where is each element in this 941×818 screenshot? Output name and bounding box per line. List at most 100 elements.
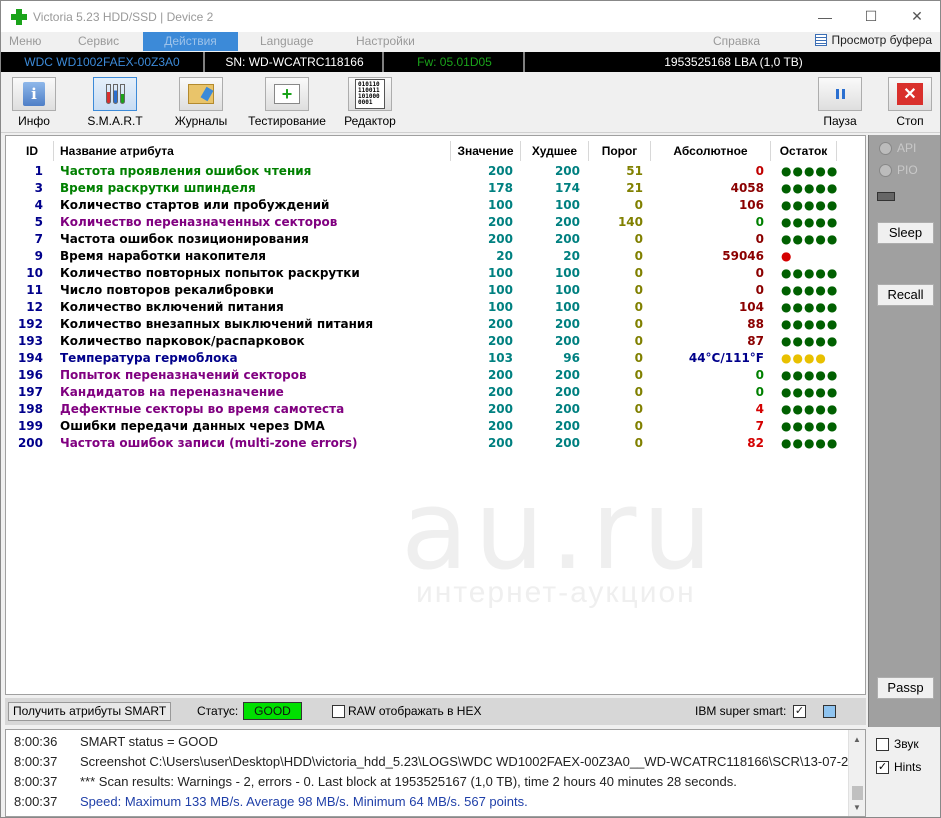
col-remaining[interactable]: Остаток [771,141,837,161]
port-indicator [877,192,895,201]
table-row[interactable]: 196 Попыток переназначений секторов 200 200… [6,367,865,384]
cell-threshold: 0 [634,232,643,246]
cell-worst: 100 [554,300,580,314]
col-value[interactable]: Значение [451,141,521,161]
cell-value: 200 [487,419,513,433]
table-row[interactable]: 11 Число повторов рекалибровки 100 100 0 0 ●●●… [6,282,865,299]
title-bar: Victoria 5.23 HDD/SSD | Device 2 — ☐ ✕ [1,1,940,32]
minimize-button[interactable]: — [802,1,848,32]
table-row[interactable]: 9 Время наработки накопителя 20 20 0 59046 ● [6,248,865,265]
cell-threshold: 140 [617,215,643,229]
table-row[interactable]: 193 Количество парковок/распарковок 200 200… [6,333,865,350]
menu-service[interactable]: Сервис [78,32,119,51]
passp-button[interactable]: Passp [877,677,934,699]
status-badge: GOOD [243,702,302,720]
recall-button[interactable]: Recall [877,284,934,306]
cell-remaining: ●●●●● [781,283,839,297]
pause-icon [818,77,862,111]
pio-radio[interactable]: PIO [879,163,918,177]
table-row[interactable]: 200 Частота ошибок записи (multi-zone err… [6,435,865,452]
col-id[interactable]: ID [6,141,54,161]
smart-button[interactable]: S.M.A.R.T [87,77,143,131]
menu-settings[interactable]: Настройки [356,32,415,51]
cell-name: Попыток переназначений секторов [60,368,307,382]
cell-remaining: ●●●●● [781,198,839,212]
cell-threshold: 0 [634,402,643,416]
table-row[interactable]: 10 Количество повторных попыток раскрутки… [6,265,865,282]
table-row[interactable]: 3 Время раскрутки шпинделя 178 174 21 4058 ●●●… [6,180,865,197]
table-row[interactable]: 4 Количество стартов или пробуждений 100 10… [6,197,865,214]
status-bar: Получить атрибуты SMART Статус: GOOD RAW… [5,698,866,725]
col-absolute[interactable]: Абсолютное [651,141,771,161]
close-button[interactable]: ✕ [894,1,940,32]
table-row[interactable]: 12 Количество включений питания 100 100 0 104… [6,299,865,316]
cell-remaining: ●●●●● [781,419,839,433]
table-row[interactable]: 199 Ошибки передачи данных через DMA 200 20… [6,418,865,435]
cell-id: 4 [34,198,43,212]
hints-checkbox[interactable]: ✓ [876,760,889,774]
info-icon: i [12,77,56,111]
cell-name: Частота ошибок записи (multi-zone errors… [60,436,358,450]
table-row[interactable]: 1 Частота проявления ошибок чтения 200 200 5… [6,163,865,180]
toolbar: i Инфо S.M.A.R.T Журналы + Тестирование … [1,73,940,133]
col-worst[interactable]: Худшее [521,141,589,161]
col-threshold[interactable]: Порог [589,141,651,161]
menu-actions[interactable]: Действия [143,32,238,51]
log-entry[interactable]: 8:00:37 *** Scan results: Warnings - 2, e… [6,772,849,792]
testing-label: Тестирование [248,114,326,128]
scroll-down-arrow-icon[interactable]: ▼ [849,800,865,816]
log-entry[interactable]: 8:00:37 Screenshot C:\Users\user\Desktop\… [6,752,849,772]
table-row[interactable]: 7 Частота ошибок позиционирования 200 200 0 0… [6,231,865,248]
scroll-up-arrow-icon[interactable]: ▲ [849,732,865,748]
stop-button[interactable]: ✕ Стоп [887,77,933,131]
cell-name: Количество парковок/распарковок [60,334,305,348]
get-smart-button[interactable]: Получить атрибуты SMART [8,702,172,721]
sleep-button[interactable]: Sleep [877,222,934,244]
status-label: Статус: [197,704,239,718]
pause-button[interactable]: Пауза [817,77,863,131]
cell-id: 199 [17,419,43,433]
log-scrollbar[interactable]: ▲ ▼ [848,730,865,816]
cell-absolute: 0 [755,385,764,399]
log-entry[interactable]: 8:00:37 Speed: Maximum 133 MB/s. Average … [6,792,849,812]
hints-option[interactable]: ✓ Hints [876,760,921,774]
ibm-checkbox[interactable]: ✓ [793,705,806,718]
cell-name: Частота ошибок позиционирования [60,232,309,246]
table-row[interactable]: 198 Дефектные секторы во время самотеста 2… [6,401,865,418]
col-name[interactable]: Название атрибута [54,141,451,161]
scroll-thumb[interactable] [852,786,863,800]
cell-remaining: ●●●●● [781,334,839,348]
cell-absolute: 82 [747,436,764,450]
cell-value: 100 [487,283,513,297]
cell-threshold: 0 [634,351,643,365]
menu-language[interactable]: Language [260,32,313,51]
menu-main[interactable]: Меню [9,32,41,51]
indicator-square[interactable] [823,705,836,718]
medkit-icon: + [265,77,309,111]
cell-name: Число повторов рекалибровки [60,283,274,297]
cell-value: 200 [487,215,513,229]
menu-help[interactable]: Справка [713,32,760,51]
editor-button[interactable]: 010110 110011 101000 0001 Редактор [341,77,399,131]
cell-threshold: 0 [634,436,643,450]
clipboard-view-button[interactable]: Просмотр буфера [815,33,932,47]
log-entry[interactable]: 8:00:36 SMART status = GOOD [6,732,849,752]
hints-label: Hints [894,760,922,774]
table-row[interactable]: 192 Количество внезапных выключений питан… [6,316,865,333]
logs-button[interactable]: Журналы [171,77,231,131]
sound-option[interactable]: Звук [876,737,919,751]
table-row[interactable]: 5 Количество переназначенных секторов 200 2… [6,214,865,231]
sound-checkbox[interactable] [876,737,889,751]
table-row[interactable]: 194 Температура гермоблока 103 96 0 44°C/111°… [6,350,865,367]
testing-button[interactable]: + Тестирование [245,77,329,131]
cell-absolute: 59046 [722,249,764,263]
table-row[interactable]: 197 Кандидатов на переназначение 200 200 0 0 ●… [6,384,865,401]
maximize-button[interactable]: ☐ [848,1,894,32]
radio-circle-icon [879,163,892,177]
cell-name: Ошибки передачи данных через DMA [60,419,325,433]
info-button[interactable]: i Инфо [11,77,57,131]
cell-name: Время наработки накопителя [60,249,267,263]
api-radio[interactable]: API [879,141,916,155]
raw-hex-checkbox[interactable] [332,705,345,718]
list-icon [815,34,828,46]
